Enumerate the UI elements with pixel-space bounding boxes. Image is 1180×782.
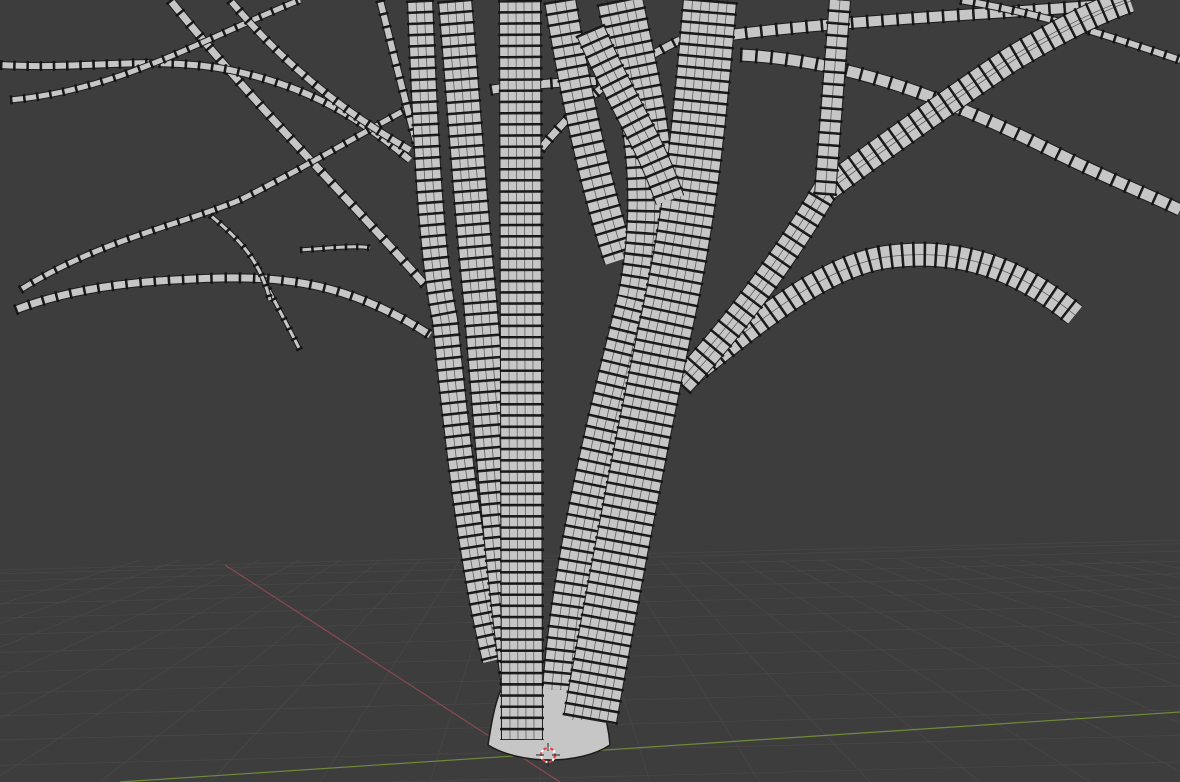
grid-line — [1059, 559, 1180, 590]
branch — [9, 0, 302, 105]
branch — [299, 243, 372, 254]
grid-line — [377, 761, 1180, 782]
tree-mesh[interactable] — [0, 0, 1180, 761]
grid-line — [859, 559, 1180, 688]
grid-line — [899, 559, 1180, 660]
branch — [13, 272, 433, 340]
3d-viewport[interactable] — [0, 0, 1180, 782]
grid-line — [659, 559, 871, 782]
branch — [498, 0, 544, 741]
viewport-canvas[interactable] — [0, 0, 1180, 782]
branch — [813, 0, 852, 196]
y-axis-line — [119, 711, 1180, 782]
grid-line — [99, 559, 381, 782]
grid-line — [0, 559, 141, 605]
grid-line — [319, 559, 461, 782]
branch — [207, 212, 274, 301]
grid-line — [739, 559, 1091, 782]
grid-line — [979, 559, 1180, 619]
grid-line — [699, 559, 981, 782]
